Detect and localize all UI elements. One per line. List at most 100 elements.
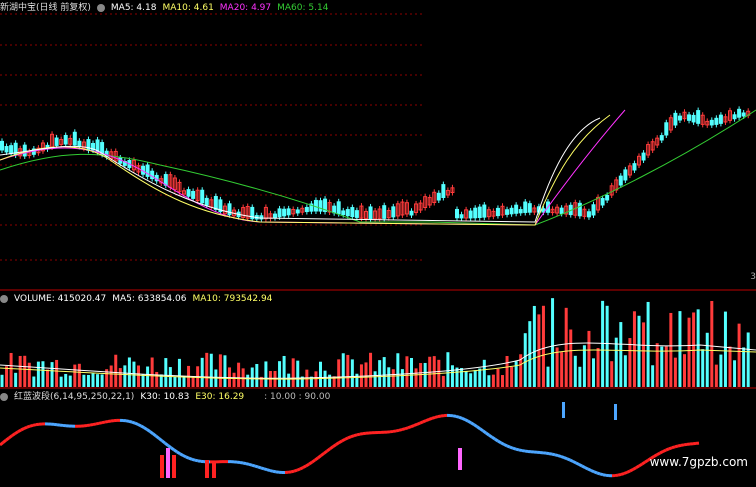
indicator-wave-segment [29, 423, 34, 428]
volume-bar [405, 356, 409, 387]
indicator-wave-segment [32, 423, 37, 427]
candle-body [514, 204, 519, 214]
indicator-wave-segment [176, 450, 181, 456]
indicator-dot-icon[interactable] [0, 393, 8, 401]
indicator-wave-segment [581, 464, 586, 469]
volume-bar [496, 368, 500, 387]
volume-bar [501, 375, 504, 387]
watermark: www.7gpzb.com [649, 455, 748, 469]
candle-body [213, 195, 218, 210]
volume-bar [364, 362, 368, 387]
price-axis-label: 3 [750, 272, 756, 282]
volume-bar [68, 375, 72, 387]
candle-body [586, 211, 591, 218]
volume-bar [0, 374, 4, 387]
volume-bar [118, 368, 122, 387]
volume-bar [742, 347, 746, 387]
volume-bar [373, 371, 377, 387]
indicator-wave-segment [644, 458, 649, 464]
candle-body [286, 208, 291, 216]
indicator-wave-segment [101, 420, 106, 425]
volume-bar [164, 358, 168, 387]
volume-bar [82, 374, 86, 387]
volume-bar [710, 300, 714, 387]
volume-panel-header: VOLUME: 415020.47 MA5: 633854.06 MA10: 7… [0, 293, 272, 305]
volume-bar [737, 323, 741, 387]
volume-bar [205, 352, 209, 387]
candle-body [391, 206, 396, 218]
settings-dot-icon[interactable] [96, 4, 105, 12]
indicator-wave-segment [185, 455, 190, 460]
volume-bar [400, 369, 404, 387]
candle-body [495, 207, 500, 217]
indicator-spike [458, 448, 462, 470]
ma60-line [0, 109, 756, 226]
candle-body [468, 210, 473, 219]
candle-body [459, 214, 464, 219]
volume-bar [464, 370, 468, 387]
indicator-wave-segment [164, 441, 169, 447]
candle-body [22, 144, 27, 157]
indicator-wave-segment [659, 450, 664, 455]
indicator-wave-segment [563, 456, 568, 461]
indicator-wave-segment [410, 424, 415, 429]
indicator-wave-segment [338, 439, 343, 444]
volume-ma10: MA10: 793542.94 [192, 294, 273, 304]
indicator-wave-segment [407, 425, 412, 430]
volume-bar [446, 352, 450, 387]
volume-dot-icon[interactable] [0, 295, 8, 303]
volume-bar [582, 345, 586, 387]
indicator-wave-segment [500, 441, 505, 446]
indicator-wave-segment [413, 422, 418, 427]
indicator-wave-segment [329, 445, 334, 451]
indicator-wave-segment [257, 465, 262, 470]
candle-body [600, 197, 605, 206]
volume-bar [255, 364, 259, 387]
indicator-wave-segment [311, 458, 316, 464]
indicator-wave-segment [131, 420, 136, 425]
volume-bar [50, 362, 54, 387]
volume-bar [46, 369, 49, 387]
indicator-wave-segment [404, 426, 409, 431]
candle-body [632, 163, 637, 171]
indicator-wave-segment [146, 428, 151, 433]
indicator-wave-segment [299, 466, 304, 471]
volume-bar [9, 352, 13, 387]
indicator-spike [614, 404, 617, 420]
indicator-wave-segment [323, 449, 328, 455]
indicator-wave-segment [635, 464, 640, 470]
volume-bar [5, 366, 9, 387]
indicator-wave-segment [170, 446, 175, 452]
indicator-wave-segment [23, 425, 28, 430]
volume-bar [623, 355, 627, 387]
candle-body [709, 119, 714, 126]
indicator-wave-segment [416, 421, 421, 426]
volume-bar [664, 346, 668, 387]
volume-bar [328, 374, 332, 387]
candle-body [523, 201, 528, 213]
volume-bar [278, 361, 282, 387]
volume-bar [191, 376, 195, 387]
volume-bar [551, 298, 555, 387]
volume-bar [569, 329, 573, 387]
indicator-wave-segment [296, 467, 301, 472]
ma20-label: MA20: 4.97 [219, 3, 272, 13]
indicator-wave-segment [515, 447, 520, 452]
indicator-wave-segment [92, 422, 97, 427]
indicator-wave-segment [590, 469, 595, 474]
candle-body [191, 190, 196, 199]
volume-bar [391, 369, 395, 387]
volume-bar [137, 365, 140, 387]
indicator-wave-segment [665, 447, 670, 452]
volume-bar [592, 358, 595, 387]
candle-body [77, 140, 82, 148]
candle-body [527, 203, 532, 213]
volume-bar [723, 311, 727, 387]
candle-body [350, 207, 355, 218]
volume-bar [746, 332, 750, 387]
indicator-wave-segment [662, 448, 667, 453]
volume-bar [355, 373, 359, 387]
indicator-wave-segment [557, 454, 562, 458]
indicator-wave-segment [512, 446, 517, 451]
volume-bar [705, 332, 709, 387]
